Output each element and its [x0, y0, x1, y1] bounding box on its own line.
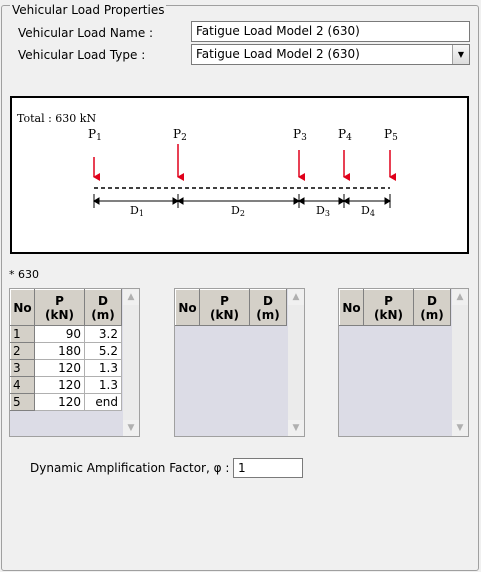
- row-number: 2: [10, 342, 35, 360]
- load-p3-sub: 3: [301, 133, 307, 143]
- load-p1-sub: 1: [96, 133, 102, 143]
- header-p: P (kN): [199, 289, 250, 326]
- dim-d4-sub: 4: [370, 209, 375, 218]
- cell-p[interactable]: 90: [34, 325, 85, 343]
- table-row[interactable]: 5 120 end: [10, 393, 122, 411]
- scroll-down-icon[interactable]: ▼: [123, 420, 139, 436]
- table-2-scrollbar[interactable]: ▲ ▼: [288, 289, 304, 436]
- cell-p[interactable]: 120: [34, 376, 85, 394]
- load-p1-label: P: [88, 127, 96, 141]
- svg-text:P2: P2: [173, 127, 187, 143]
- row-number: 5: [10, 393, 35, 411]
- dropdown-arrow-icon[interactable]: ▼: [452, 45, 469, 64]
- cell-d[interactable]: 5.2: [84, 342, 122, 360]
- load-p2-sub: 2: [181, 133, 187, 143]
- cell-d[interactable]: 1.3: [84, 376, 122, 394]
- svg-text:P3: P3: [293, 127, 307, 143]
- scroll-up-icon[interactable]: ▲: [288, 289, 304, 305]
- vehicular-load-type-label: Vehicular Load Type :: [18, 48, 146, 62]
- header-no: No: [339, 289, 364, 326]
- load-p4: P4: [338, 127, 352, 181]
- cell-d[interactable]: 1.3: [84, 359, 122, 377]
- load-p3-label: P: [293, 127, 301, 141]
- load-p2-label: P: [173, 127, 181, 141]
- cell-p[interactable]: 120: [34, 393, 85, 411]
- vehicular-load-type-select[interactable]: Fatigue Load Model 2 (630) ▼: [191, 44, 470, 65]
- row-number: 1: [10, 325, 35, 343]
- load-p5-label: P: [384, 127, 392, 141]
- row-number: 4: [10, 376, 35, 394]
- load-p3: P3: [293, 127, 307, 181]
- svg-text:P5: P5: [384, 127, 398, 143]
- scroll-down-icon[interactable]: ▼: [288, 420, 304, 436]
- load-table-2[interactable]: No P (kN) D (m) ▲ ▼: [174, 288, 305, 437]
- cell-d[interactable]: 3.2: [84, 325, 122, 343]
- load-p4-sub: 4: [346, 133, 352, 143]
- load-diagram: Total : 630 kN P1 P2 P3 P4 P5 D1 D2 D3 D…: [10, 96, 469, 254]
- scroll-down-icon[interactable]: ▼: [452, 420, 468, 436]
- svg-text:D3: D3: [316, 204, 330, 218]
- vehicular-load-name-input[interactable]: Fatigue Load Model 2 (630): [191, 21, 470, 42]
- load-p2: P2: [173, 127, 187, 181]
- header-no: No: [175, 289, 200, 326]
- table-row[interactable]: 2 180 5.2: [10, 342, 122, 360]
- header-d: D (m): [249, 289, 287, 326]
- load-p1: P1: [88, 127, 102, 181]
- header-p: P (kN): [363, 289, 414, 326]
- total-load-label: Total : 630 kN: [17, 112, 96, 125]
- load-p4-label: P: [338, 127, 346, 141]
- svg-text:D2: D2: [231, 204, 245, 218]
- svg-text:D1: D1: [130, 204, 144, 218]
- cell-p[interactable]: 180: [34, 342, 85, 360]
- row-number: 3: [10, 359, 35, 377]
- vehicular-load-name-label: Vehicular Load Name :: [18, 26, 154, 40]
- group-title: Vehicular Load Properties: [10, 3, 167, 17]
- header-d: D (m): [84, 289, 122, 326]
- load-table-1[interactable]: No P (kN) D (m) 1 90 3.2 2 180 5.2 3 120 1…: [9, 288, 140, 437]
- load-note: * 630: [9, 268, 39, 281]
- dim-d3-sub: 3: [325, 209, 330, 218]
- table-row[interactable]: 1 90 3.2: [10, 325, 122, 343]
- dim-d2-sub: 2: [240, 209, 245, 218]
- daf-input[interactable]: 1: [233, 458, 303, 478]
- cell-p[interactable]: 120: [34, 359, 85, 377]
- table-1-scrollbar[interactable]: ▲ ▼: [123, 289, 139, 436]
- cell-d[interactable]: end: [84, 393, 122, 411]
- scroll-up-icon[interactable]: ▲: [123, 289, 139, 305]
- svg-text:D4: D4: [361, 204, 375, 218]
- dim-d3-label: D: [316, 204, 325, 217]
- load-table-3[interactable]: No P (kN) D (m) ▲ ▼: [338, 288, 469, 437]
- dim-d1-label: D: [130, 204, 139, 217]
- load-p5-sub: 5: [392, 133, 398, 143]
- dim-d4-label: D: [361, 204, 370, 217]
- svg-text:P1: P1: [88, 127, 102, 143]
- load-p5: P5: [384, 127, 398, 181]
- header-p: P (kN): [34, 289, 85, 326]
- header-no: No: [10, 289, 35, 326]
- table-3-scrollbar[interactable]: ▲ ▼: [452, 289, 468, 436]
- table-row[interactable]: 3 120 1.3: [10, 359, 122, 377]
- svg-text:P4: P4: [338, 127, 352, 143]
- load-diagram-svg: Total : 630 kN P1 P2 P3 P4 P5 D1 D2 D3 D…: [17, 112, 398, 218]
- vehicular-load-type-value: Fatigue Load Model 2 (630): [196, 47, 360, 61]
- daf-label: Dynamic Amplification Factor, φ :: [30, 461, 230, 475]
- scroll-up-icon[interactable]: ▲: [452, 289, 468, 305]
- dim-d1-sub: 1: [139, 209, 144, 218]
- header-d: D (m): [413, 289, 451, 326]
- dim-d2-label: D: [231, 204, 240, 217]
- table-row[interactable]: 4 120 1.3: [10, 376, 122, 394]
